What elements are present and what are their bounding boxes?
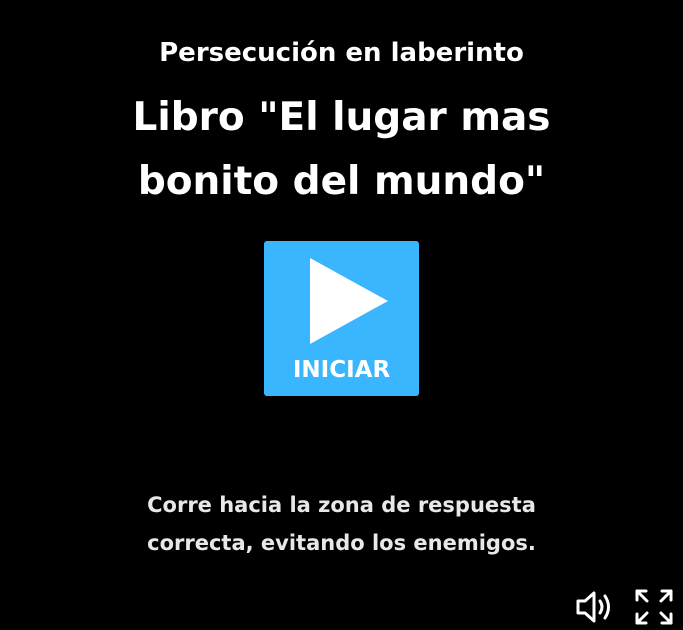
game-instructions: Corre hacia la zona de respuesta correct… [147, 493, 536, 555]
start-button[interactable]: INICIAR [264, 241, 419, 396]
fullscreen-expand-icon [635, 589, 673, 625]
fullscreen-button[interactable] [634, 588, 674, 626]
volume-button[interactable] [575, 589, 615, 625]
play-icon [310, 258, 388, 344]
game-intro-screen: Persecución en laberinto Libro "El lugar… [0, 0, 683, 630]
start-button-label: INICIAR [292, 357, 391, 383]
game-type-label: Persecución en laberinto [159, 38, 524, 68]
game-title: Libro "El lugar mas bonito del mundo" [132, 95, 551, 204]
speaker-volume-icon [576, 591, 610, 623]
